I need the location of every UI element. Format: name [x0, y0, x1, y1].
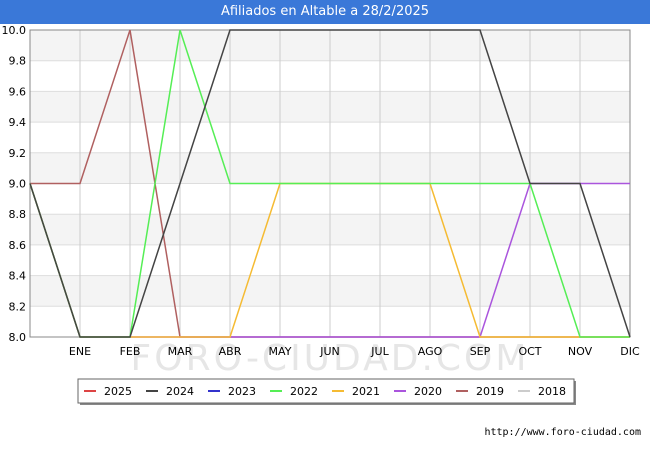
x-tick-label: ENE: [69, 345, 91, 358]
x-tick-label: DIC: [620, 345, 640, 358]
legend-label-2020: 2020: [414, 385, 442, 398]
x-tick-label: FEB: [120, 345, 141, 358]
y-tick-label: 8.0: [9, 331, 27, 344]
x-tick-label: SEP: [470, 345, 491, 358]
y-tick-label: 8.8: [9, 208, 27, 221]
x-tick-label: MAY: [269, 345, 292, 358]
y-tick-label: 10.0: [2, 24, 27, 37]
x-tick-label: OCT: [518, 345, 541, 358]
legend-label-2022: 2022: [290, 385, 318, 398]
legend-label-2021: 2021: [352, 385, 380, 398]
y-tick-label: 9.8: [9, 55, 27, 68]
x-tick-label: MAR: [168, 345, 193, 358]
y-tick-label: 9.0: [9, 178, 27, 191]
y-tick-label: 9.6: [9, 85, 27, 98]
y-tick-label: 8.6: [9, 239, 27, 252]
x-tick-label: AGO: [418, 345, 443, 358]
legend: 2025 2024 2023 2022 2021 2020 2019 2018: [77, 378, 576, 405]
y-tick-label: 9.4: [9, 116, 27, 129]
legend-label-2019: 2019: [476, 385, 504, 398]
legend-label-2018: 2018: [538, 385, 566, 398]
source-url: http://www.foro-ciudad.com: [484, 427, 641, 438]
x-tick-label: JUN: [319, 345, 340, 358]
legend-label-2023: 2023: [228, 385, 256, 398]
x-tick-label: ABR: [219, 345, 242, 358]
x-tick-label: JUL: [370, 345, 389, 358]
y-axis-ticks: 8.0 8.2 8.4 8.6 8.8 9.0 9.2 9.4 9.6 9.8 10.0: [2, 24, 27, 344]
y-tick-label: 9.2: [9, 147, 27, 160]
legend-label-2024: 2024: [166, 385, 194, 398]
y-tick-label: 8.2: [9, 300, 27, 313]
legend-label-2025: 2025: [104, 385, 132, 398]
x-tick-label: NOV: [568, 345, 593, 358]
line-chart: FORO-CIUDAD.COM 8.08.28.48.68.89.09.29.4…: [2, 24, 640, 405]
y-tick-label: 8.4: [9, 270, 27, 283]
